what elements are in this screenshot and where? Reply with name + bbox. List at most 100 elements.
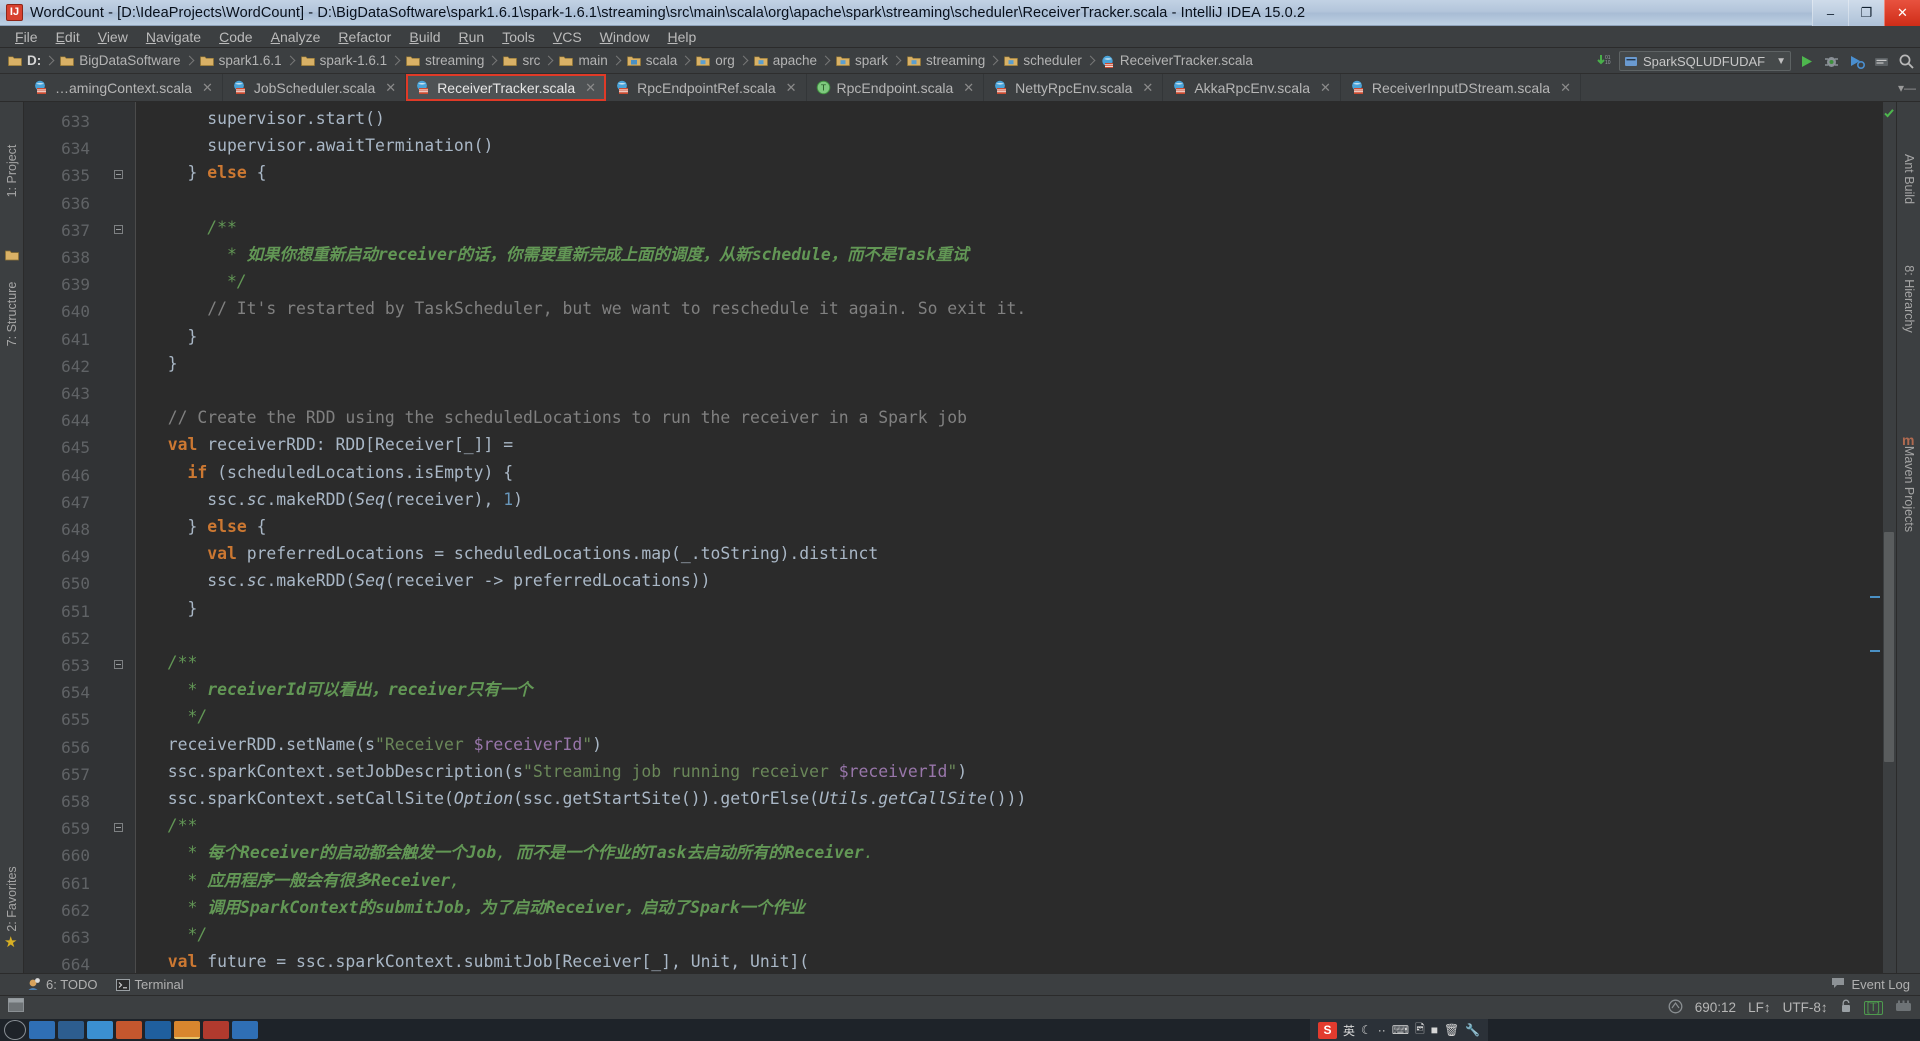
breadcrumb-item-spark1-6-1[interactable]: spark1.6.1 [181,53,282,68]
close-icon[interactable]: ✕ [202,80,213,96]
breadcrumb-item-scala[interactable]: scala [608,53,677,68]
caret-position[interactable]: 690:12 [1695,1000,1736,1015]
keyboard-icon[interactable]: ⌨ [1392,1023,1409,1037]
close-icon[interactable]: ✕ [1560,80,1571,96]
breadcrumb-item-streaming[interactable]: streaming [387,53,484,68]
taskbar-item-2[interactable] [58,1021,84,1039]
breadcrumb-item-bigdatasoftware[interactable]: BigDataSoftware [41,53,181,68]
editor-tab--amingcontext-scala[interactable]: …amingContext.scala ✕ [24,74,223,101]
breadcrumb-item-spark-1-6-1[interactable]: spark-1.6.1 [282,53,388,68]
minimize-button[interactable]: – [1812,0,1848,26]
sidebar-item-structure[interactable]: 7: Structure [5,282,19,347]
menu-item-edit[interactable]: Edit [47,28,89,46]
unlocked-icon[interactable] [1840,999,1852,1016]
menu-item-build[interactable]: Build [400,28,449,46]
close-icon[interactable]: ✕ [963,80,974,96]
trash-icon[interactable]: 🗑 [1444,1023,1459,1037]
close-icon[interactable]: ✕ [1142,80,1153,96]
editor-tab-jobscheduler-scala[interactable]: JobScheduler.scala ✕ [223,74,407,101]
close-button[interactable]: ✕ [1884,0,1920,26]
taskbar-item-8[interactable] [232,1021,258,1039]
fold-marker[interactable] [112,217,124,244]
breadcrumb-item-spark[interactable]: spark [817,53,888,68]
build-icon[interactable] [1871,51,1891,71]
sogou-icon[interactable]: S [1318,1021,1337,1039]
inspection-hector-icon[interactable] [1668,999,1683,1017]
breadcrumb-item-src[interactable]: src [484,53,540,68]
ime-chinese-icon[interactable]: 英 [1343,1022,1355,1039]
coverage-icon[interactable] [1846,51,1866,71]
box-icon[interactable]: ■ [1431,1023,1438,1037]
breadcrumb-item-receivertracker-scala[interactable]: ReceiverTracker.scala [1082,53,1253,68]
search-everywhere-icon[interactable] [1896,51,1916,71]
fold-marker[interactable] [112,815,124,842]
menu-item-run[interactable]: Run [449,28,493,46]
taskbar-item-3[interactable] [87,1021,113,1039]
bottom-tool-terminal[interactable]: Terminal [115,977,184,992]
breadcrumb-item-apache[interactable]: apache [735,53,817,68]
source-code[interactable]: supervisor.start() supervisor.awaitTermi… [148,105,1027,973]
debug-icon[interactable] [1821,51,1841,71]
hide-tool-windows-icon[interactable] [8,998,24,1017]
menu-item-window[interactable]: Window [591,28,659,46]
image-icon[interactable]: 🖻 [1415,1020,1425,1041]
event-log-button[interactable]: Event Log [1831,977,1910,992]
tab-list-icon[interactable]: ▾— [1898,81,1916,95]
close-icon[interactable]: ✕ [1320,80,1331,96]
indent-badge[interactable]: [T] [1863,1000,1883,1015]
sidebar-item-favorites[interactable]: 2: Favorites [5,866,19,931]
editor-tab-nettyrpcenv-scala[interactable]: NettyRpcEnv.scala ✕ [984,74,1164,101]
breadcrumb-item-scheduler[interactable]: scheduler [985,53,1082,68]
menu-item-refactor[interactable]: Refactor [329,28,400,46]
fold-marker[interactable] [112,162,124,189]
menu-item-vcs[interactable]: VCS [544,28,591,46]
encoding-selector[interactable]: UTF-8↕ [1783,1000,1828,1015]
run-icon[interactable] [1796,51,1816,71]
dot-icon[interactable]: ·· [1378,1023,1386,1037]
close-icon[interactable]: ✕ [385,80,396,96]
close-icon[interactable]: ✕ [585,80,596,96]
breadcrumb-item-org[interactable]: org [677,53,735,68]
menu-item-navigate[interactable]: Navigate [137,28,210,46]
scrollbar-thumb[interactable] [1884,532,1894,762]
breadcrumb-item-d-[interactable]: D: [8,53,41,68]
sidebar-item-ant-build[interactable]: Ant Build [1902,154,1916,204]
bottom-tool-6-todo[interactable]: 6: TODO [26,977,98,992]
taskbar-item-6[interactable] [174,1021,200,1039]
update-project-icon[interactable]: 01 10 [1594,51,1614,71]
start-button[interactable] [4,1020,26,1040]
menu-item-tools[interactable]: Tools [493,28,544,46]
editor-tab-rpcendpointref-scala[interactable]: RpcEndpointRef.scala ✕ [606,74,807,101]
menu-item-analyze[interactable]: Analyze [262,28,330,46]
taskbar-item-7[interactable] [203,1021,229,1039]
close-icon[interactable]: ✕ [786,80,797,96]
menu-item-help[interactable]: Help [658,28,705,46]
fold-marker[interactable] [112,652,124,679]
taskbar-item-4[interactable] [116,1021,142,1039]
scala-class-icon [1350,80,1366,95]
memory-indicator-icon[interactable] [1895,999,1912,1017]
sidebar-item-hierarchy[interactable]: 8: Hierarchy [1902,265,1916,332]
chevron-down-icon[interactable]: ▼ [1776,56,1786,67]
editor-vertical-scrollbar[interactable] [1882,102,1896,973]
editor-tab-rpcendpoint-scala[interactable]: T RpcEndpoint.scala ✕ [807,74,985,101]
run-configuration-selector[interactable]: SparkSQLUDFUDAF ▼ [1619,51,1791,71]
taskbar-item-5[interactable] [145,1021,171,1039]
sidebar-item-maven-projects[interactable]: Maven Projects [1902,446,1916,532]
sidebar-item-project[interactable]: 1: Project [5,145,19,198]
taskbar-item-1[interactable] [29,1021,55,1039]
editor-tab-receivertracker-scala[interactable]: ReceiverTracker.scala ✕ [406,74,607,101]
breadcrumb-item-streaming[interactable]: streaming [888,53,985,68]
line-separator-selector[interactable]: LF↕ [1748,1000,1771,1015]
breadcrumb-item-main[interactable]: main [540,53,608,68]
menu-item-view[interactable]: View [89,28,137,46]
breadcrumb-label: spark-1.6.1 [319,53,388,68]
code-editor[interactable]: 633 634 635 636 637 638 639 640 641 642 643 644 645 6… [24,102,1896,973]
wrench-icon[interactable]: 🔧 [1465,1023,1480,1037]
menu-item-code[interactable]: Code [210,28,261,46]
menu-item-file[interactable]: File [6,28,47,46]
editor-tab-receiverinputdstream-scala[interactable]: ReceiverInputDStream.scala ✕ [1341,74,1581,101]
moon-icon[interactable]: ☾ [1361,1023,1372,1037]
maximize-button[interactable]: ❐ [1848,0,1884,26]
editor-tab-akkarpcenv-scala[interactable]: AkkaRpcEnv.scala ✕ [1163,74,1341,101]
